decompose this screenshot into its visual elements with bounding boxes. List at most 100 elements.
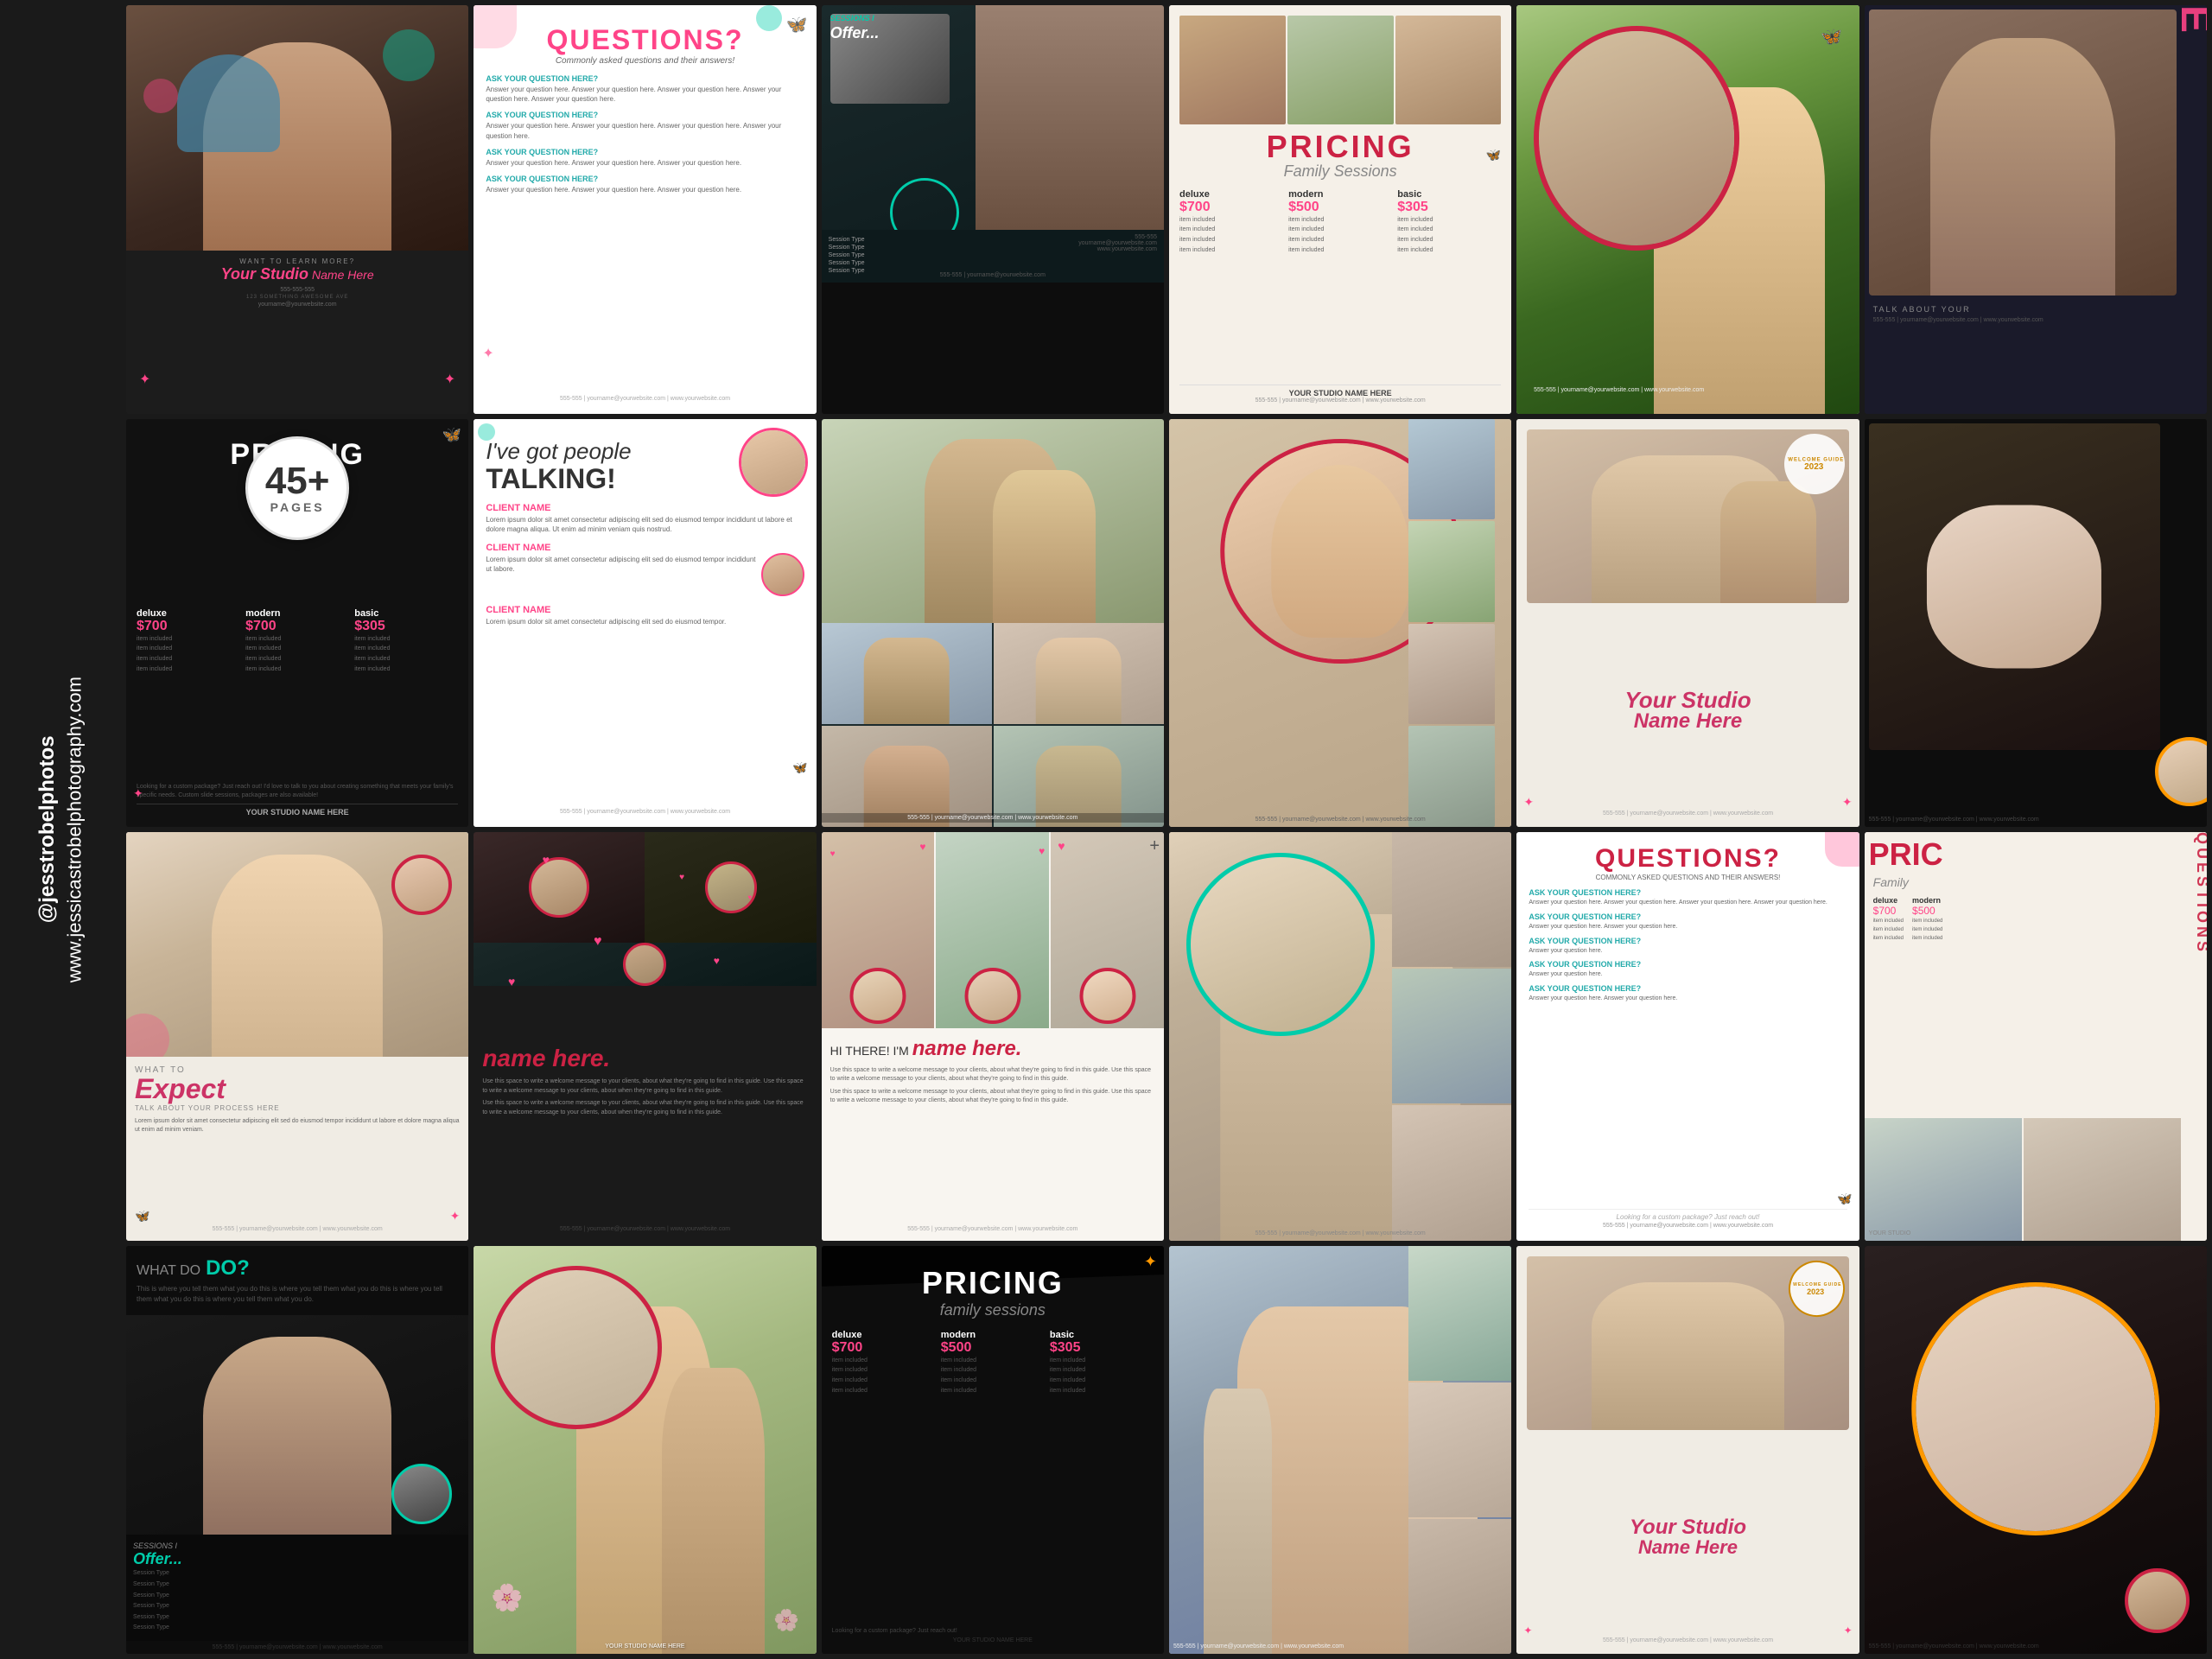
sidebar: @jesstrobelphotos www.jessicastrobelphot…	[0, 0, 121, 1659]
r3c5-a2: Answer your question here. Answer your q…	[1529, 923, 1847, 931]
card-pricing-dark-badge: 45+ PAGES PRICING family sessions deluxe…	[126, 419, 468, 828]
r2c6-footer: 555-555 | yourname@yourwebsite.com | www…	[1869, 817, 2039, 823]
card-studio-info: WANT TO LEARN MORE? Your Studio Name Her…	[126, 5, 468, 414]
r3c6-studio: YOUR STUDIO	[1869, 1230, 1911, 1236]
r3c5-footer: Looking for a custom package? Just reach…	[1529, 1209, 1847, 1229]
r3c3-text1: Use this space to write a welcome messag…	[830, 1066, 1155, 1084]
r3c6-modern: modern	[1912, 896, 1942, 905]
r1c4-deluxe-price: $700	[1179, 200, 1283, 215]
card-child-outdoor: 🦋 555-555 | yourname@yourwebsite.com | w…	[1516, 5, 1859, 414]
r4c3-modern: modern	[941, 1330, 1045, 1340]
r4c1-you-do: DO?	[206, 1256, 250, 1281]
card-mom-baby: 555-555 | yourname@yourwebsite.com | www…	[1169, 832, 1511, 1241]
card-children-flowers: 🌸 🌸 YOUR STUDIO NAME HERE	[474, 1246, 816, 1655]
footer-phone: 555-555-555	[280, 287, 315, 293]
r1c6-partial-text: E	[2174, 5, 2207, 33]
r4c5-footer: 555-555 | yourname@yourwebsite.com | www…	[1527, 1637, 1848, 1643]
r4c3-deluxe-items: item includeditem includeditem includedi…	[832, 1356, 936, 1397]
client2-text: Lorem ipsum dolor sit amet consectetur a…	[486, 555, 804, 574]
r3c5-q5: ASK YOUR QUESTION HERE?	[1529, 984, 1847, 993]
r3c5-a3: Answer your question here.	[1529, 947, 1847, 956]
r4c1-what-do: WHAT DO	[137, 1263, 200, 1279]
q4-header: ASK YOUR QUESTION HERE?	[486, 175, 804, 183]
r1c4-basic-label: basic	[1397, 189, 1501, 200]
card-child-laughing: 555-555 | yourname@yourwebsite.com | www…	[1169, 419, 1511, 828]
r3c1-text1: Lorem ipsum dolor sit amet consectetur a…	[135, 1117, 460, 1135]
r3c5-a1: Answer your question here. Answer your q…	[1529, 899, 1847, 907]
questions-title-1: QUESTIONS?	[486, 24, 804, 56]
r4c3-basic: basic	[1050, 1330, 1154, 1340]
name-here-small: Name Here	[312, 268, 374, 282]
r2c5-welcome-guide: WELCOME GUIDE	[1788, 456, 1844, 461]
r1c6-footer: 555-555 | yourname@yourwebsite.com | www…	[1873, 317, 2198, 323]
r3c1-footer: 555-555 | yourname@yourwebsite.com | www…	[135, 1226, 460, 1232]
r4c3-deluxe: deluxe	[832, 1330, 936, 1340]
card-questions-1: 🦋 ✦ QUESTIONS? Commonly asked questions …	[474, 5, 816, 414]
r1c4-studio-name: YOUR STUDIO NAME HERE	[1179, 389, 1501, 397]
q4-answer: Answer your question here. Answer your q…	[486, 185, 804, 194]
r1c6-talk-text: TALK ABOUT YOUR	[1873, 305, 2198, 314]
r2c1-basic-price: $305	[354, 619, 458, 634]
r4c1-footer: 555-555 | yourname@yourwebsite.com | www…	[126, 1641, 468, 1654]
r2c1-modern: modern	[245, 608, 349, 619]
r1c4-pricing-sub: Family Sessions	[1179, 162, 1501, 181]
r3c5-subtitle: COMMONLY ASKED QUESTIONS AND THEIR ANSWE…	[1529, 874, 1847, 881]
r2c1-basic-items: item includeditem includeditem includedi…	[354, 634, 458, 676]
r1c4-pricing-title: PRICING	[1179, 131, 1501, 162]
client3-text: Lorem ipsum dolor sit amet consectetur a…	[486, 617, 804, 626]
r3c5-questions-title: QUESTIONS?	[1529, 844, 1847, 874]
card-pricing-dark-2: PRICING family sessions ✦ deluxe $700 it…	[822, 1246, 1164, 1655]
r2c1-deluxe-items: item includeditem includeditem includedi…	[137, 634, 240, 676]
card-what-to-expect: WHAT TO Expect TALK ABOUT YOUR PROCESS H…	[126, 832, 468, 1241]
r2c1-deluxe-price: $700	[137, 619, 240, 634]
q1-header: ASK YOUR QUESTION HERE?	[486, 74, 804, 83]
card-testimonials: 🦋 I've got people TALKING! CLIENT NAME L…	[474, 419, 816, 828]
card-partial-pric: QUESTIONS PRIC Family deluxe $700 item i…	[1865, 832, 2207, 1241]
r3c1-expect: Expect	[135, 1075, 460, 1103]
r3c5-q3: ASK YOUR QUESTION HERE?	[1529, 937, 1847, 945]
r3c2-footer: 555-555 | yourname@yourwebsite.com | www…	[482, 1226, 807, 1232]
r1c4-deluxe-label: deluxe	[1179, 189, 1283, 200]
card-newborn-closeup: 555-555 | yourname@yourwebsite.com | www…	[1865, 1246, 2207, 1655]
r2c5-year: 2023	[1804, 461, 1823, 471]
client1-text: Lorem ipsum dolor sit amet consectetur a…	[486, 515, 804, 534]
r3c6-items: item includeditem includeditem included	[1873, 917, 1904, 944]
r2c3-footer: 555-555 | yourname@yourwebsite.com | www…	[822, 813, 1164, 823]
r4c5-studio: Your Studio	[1527, 1517, 1848, 1538]
r2c4-footer: 555-555 | yourname@yourwebsite.com | www…	[1169, 817, 1511, 823]
r4c1-description: This is where you tell them what you do …	[137, 1284, 458, 1305]
sidebar-text: @jesstrobelphotos www.jessicastrobelphot…	[33, 677, 88, 982]
client2-name: CLIENT NAME	[486, 543, 804, 553]
r4c3-pricing-sub: family sessions	[832, 1301, 1154, 1319]
card-what-do-dark: WHAT DO DO? This is where you tell them …	[126, 1246, 468, 1655]
card-pricing-light: PRICING Family Sessions 🦋 deluxe $700 it…	[1169, 5, 1511, 414]
r4c6-footer: 555-555 | yourname@yourwebsite.com | www…	[1869, 1643, 2039, 1649]
r4c3-pricing-title: PRICING	[832, 1265, 1154, 1301]
r1c4-modern-items: item includeditem includeditem includedi…	[1288, 215, 1392, 257]
r2c1-deluxe: deluxe	[137, 608, 240, 619]
q1-answer: Answer your question here. Answer your q…	[486, 85, 804, 104]
r4c1-session-types: Session TypeSession TypeSession TypeSess…	[133, 1568, 461, 1634]
r3c5-a5: Answer your question here. Answer your q…	[1529, 995, 1847, 1003]
r4c2-footer: YOUR STUDIO NAME HERE	[474, 1643, 816, 1649]
card-welcome-guide-1: WELCOME GUIDE 2023 Your Studio Name Here…	[1516, 419, 1859, 828]
r4c3-footer: YOUR STUDIO NAME HERE	[832, 1637, 1154, 1643]
card-hi-there: ♥ ♥ ♥ ♥ + HI THERE! I'M name here.	[822, 832, 1164, 1241]
want-learn-text: WANT TO LEARN MORE?	[239, 257, 355, 265]
instagram-handle: @jesstrobelphotos	[33, 677, 62, 982]
r4c3-basic-items: item includeditem includeditem includedi…	[1050, 1356, 1154, 1397]
r1c3-footer: 555-555 | yourname@yourwebsite.com	[822, 272, 1164, 278]
r3c5-q1: ASK YOUR QUESTION HERE?	[1529, 888, 1847, 897]
r3c2-text2: Use this space to write a welcome messag…	[482, 1099, 807, 1117]
card-intro-dark: ♥ ♥ ♥ ♥ ♥ ♥ nam	[474, 832, 816, 1241]
q2-answer: Answer your question here. Answer your q…	[486, 121, 804, 140]
r4c1-offer: Offer...	[133, 1550, 461, 1568]
r3c3-hi-there: HI THERE! I'M	[830, 1044, 909, 1058]
r2c5-studio: Your Studio	[1527, 689, 1848, 711]
r2c1-custom-text: Looking for a custom package? Just reach…	[137, 783, 458, 800]
footer-email: yourname@yourwebsite.com	[258, 302, 337, 308]
r1c4-modern-label: modern	[1288, 189, 1392, 200]
card-family-portrait: 555-555 | yourname@yourwebsite.com | www…	[822, 419, 1164, 828]
q3-header: ASK YOUR QUESTION HERE?	[486, 148, 804, 156]
r3c5-q2: ASK YOUR QUESTION HERE?	[1529, 912, 1847, 921]
